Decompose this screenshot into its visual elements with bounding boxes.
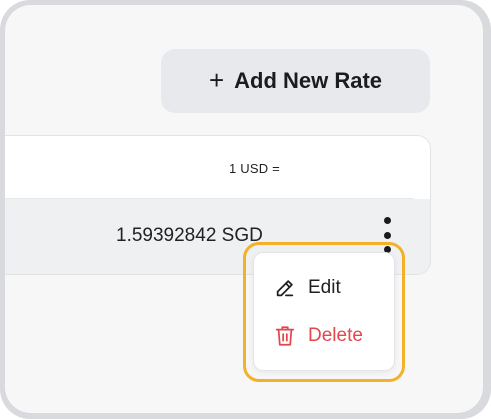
trash-icon: [274, 324, 296, 348]
row-actions-menu: Edit Delete: [253, 252, 395, 371]
add-new-rate-label: Add New Rate: [234, 68, 383, 93]
add-new-rate-button[interactable]: + Add New Rate: [161, 49, 430, 113]
rate-value: 1.59392842 SGD: [116, 225, 263, 246]
column-header-rate: 1 USD =: [229, 161, 280, 176]
menu-item-delete-label: Delete: [308, 325, 363, 346]
menu-item-edit-label: Edit: [308, 277, 341, 298]
table-header: 1 USD =: [5, 136, 430, 198]
pencil-icon: [274, 277, 296, 299]
menu-item-delete[interactable]: Delete: [274, 324, 363, 348]
menu-item-edit[interactable]: Edit: [274, 277, 341, 299]
rates-panel: + Add New Rate 1 USD = 1.59392842 SGD Ed…: [5, 5, 483, 413]
plus-icon: +: [208, 65, 225, 95]
